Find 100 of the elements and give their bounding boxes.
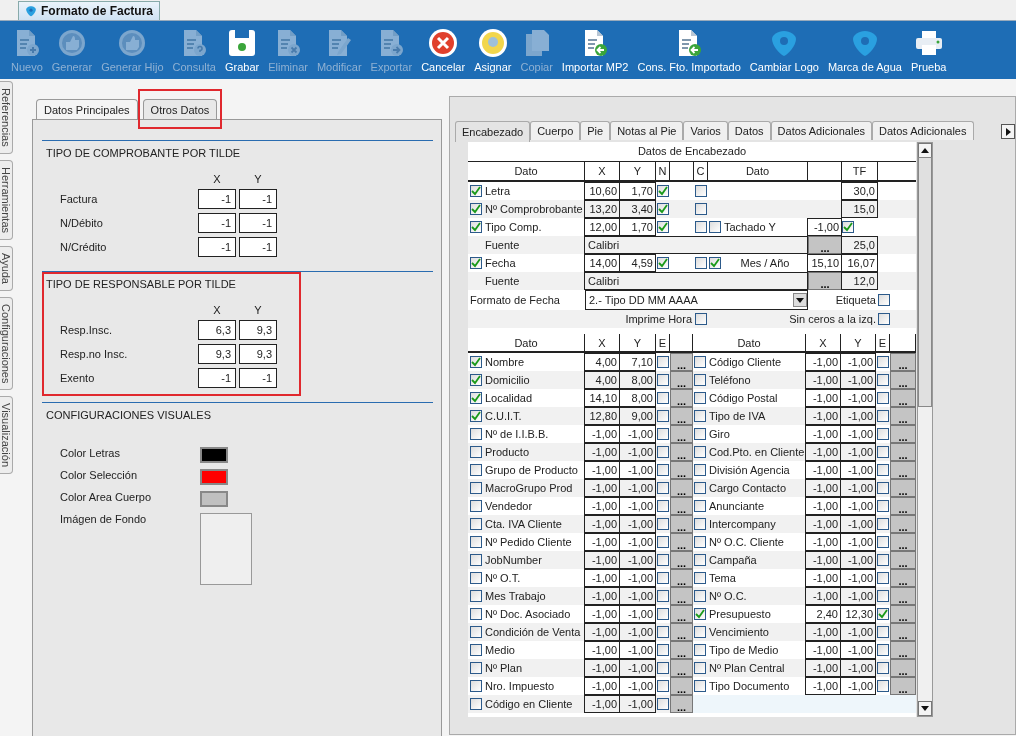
number-cell[interactable]: -1,00 <box>619 551 656 569</box>
checkbox[interactable] <box>694 410 706 422</box>
ellipsis-button[interactable]: ... <box>890 497 916 515</box>
number-cell[interactable]: -1,00 <box>805 659 841 677</box>
number-cell[interactable]: -1,00 <box>619 659 656 677</box>
ellipsis-button[interactable]: ... <box>670 497 693 515</box>
number-cell[interactable]: -1,00 <box>619 623 656 641</box>
number-cell[interactable]: -1,00 <box>619 461 656 479</box>
ellipsis-button[interactable]: ... <box>890 605 916 623</box>
ellipsis-button[interactable]: ... <box>670 569 693 587</box>
number-cell[interactable]: -1,00 <box>584 569 620 587</box>
checkbox[interactable] <box>469 428 482 440</box>
checkbox[interactable] <box>694 428 706 440</box>
checkbox[interactable] <box>694 680 706 692</box>
scrollbar-thumb[interactable] <box>918 157 932 407</box>
checkbox[interactable] <box>657 410 669 422</box>
number-cell[interactable]: -1,00 <box>584 461 620 479</box>
toolbar-button[interactable]: Cons. Fto. Importado <box>634 27 744 73</box>
checkbox[interactable] <box>694 482 706 494</box>
tab-scroll-button[interactable] <box>1001 124 1015 139</box>
number-cell[interactable]: -1,00 <box>807 218 842 236</box>
ellipsis-button[interactable]: ... <box>890 551 916 569</box>
checkbox[interactable] <box>469 185 482 197</box>
checkbox[interactable] <box>657 446 669 458</box>
checkbox[interactable] <box>694 392 706 404</box>
ellipsis-button[interactable]: ... <box>670 479 693 497</box>
checkbox[interactable] <box>878 294 890 306</box>
number-cell[interactable]: 1,70 <box>619 218 656 236</box>
checkbox[interactable] <box>694 446 706 458</box>
ellipsis-button[interactable]: ... <box>670 407 693 425</box>
window-tab[interactable]: Formato de Factura <box>18 1 161 20</box>
ellipsis-button[interactable]: ... <box>670 659 693 677</box>
checkbox[interactable] <box>657 644 669 656</box>
number-cell[interactable]: 4,59 <box>619 254 656 272</box>
number-cell[interactable]: -1,00 <box>619 641 656 659</box>
number-cell[interactable]: -1,00 <box>805 461 841 479</box>
checkbox[interactable] <box>877 356 889 368</box>
checkbox[interactable] <box>877 464 889 476</box>
toolbar-button[interactable]: Cambiar Logo <box>746 27 822 73</box>
checkbox[interactable] <box>657 572 669 584</box>
checkbox[interactable] <box>877 446 889 458</box>
number-cell[interactable]: 7,10 <box>619 353 656 371</box>
checkbox[interactable] <box>469 500 482 512</box>
checkbox[interactable] <box>657 518 669 530</box>
checkbox[interactable] <box>695 185 707 197</box>
color-swatch[interactable] <box>200 491 228 507</box>
ellipsis-button[interactable]: ... <box>670 371 693 389</box>
number-cell[interactable]: -1,00 <box>584 659 620 677</box>
checkbox[interactable] <box>877 590 889 602</box>
checkbox[interactable] <box>694 662 706 674</box>
toolbar-button[interactable]: Marca de Agua <box>824 27 905 73</box>
ellipsis-button[interactable]: ... <box>890 641 916 659</box>
ellipsis-button[interactable]: ... <box>890 371 916 389</box>
number-cell[interactable]: -1,00 <box>840 659 876 677</box>
number-cell[interactable]: -1,00 <box>805 371 841 389</box>
ellipsis-button[interactable]: ... <box>670 389 693 407</box>
checkbox[interactable] <box>877 374 889 386</box>
checkbox[interactable] <box>694 356 706 368</box>
tab[interactable]: Cuerpo <box>530 121 581 140</box>
number-cell[interactable]: -1,00 <box>805 407 841 425</box>
ellipsis-button[interactable]: ... <box>890 443 916 461</box>
number-cell[interactable]: -1,00 <box>584 623 620 641</box>
checkbox[interactable] <box>469 410 482 422</box>
input-field[interactable]: -1 <box>239 368 277 388</box>
checkbox[interactable] <box>657 608 669 620</box>
ellipsis-button[interactable]: ... <box>808 272 842 290</box>
number-cell[interactable]: -1,00 <box>840 677 876 695</box>
number-cell[interactable]: -1,00 <box>840 551 876 569</box>
checkbox[interactable] <box>657 662 669 674</box>
ellipsis-button[interactable]: ... <box>890 389 916 407</box>
ellipsis-button[interactable]: ... <box>890 353 916 371</box>
number-cell[interactable]: -1,00 <box>805 569 841 587</box>
number-cell[interactable]: 13,20 <box>584 200 620 218</box>
tab[interactable]: Datos <box>727 121 771 140</box>
number-cell[interactable]: -1,00 <box>805 479 841 497</box>
checkbox[interactable] <box>657 392 669 404</box>
checkbox[interactable] <box>695 221 707 233</box>
checkbox[interactable] <box>657 221 669 233</box>
number-cell[interactable]: -1,00 <box>619 497 656 515</box>
number-cell[interactable]: 4,00 <box>584 353 620 371</box>
scrollbar[interactable] <box>917 142 933 717</box>
checkbox[interactable] <box>657 500 669 512</box>
input-field[interactable]: 9,3 <box>239 344 277 364</box>
checkbox[interactable] <box>877 428 889 440</box>
number-cell[interactable]: -1,00 <box>840 587 876 605</box>
number-cell[interactable]: -1,00 <box>840 497 876 515</box>
ellipsis-button[interactable]: ... <box>890 479 916 497</box>
number-cell[interactable]: 9,00 <box>619 407 656 425</box>
number-cell[interactable]: -1,00 <box>619 587 656 605</box>
checkbox[interactable] <box>657 185 669 197</box>
input-field[interactable]: -1 <box>198 237 236 257</box>
checkbox[interactable] <box>469 536 482 548</box>
number-cell[interactable]: -1,00 <box>805 353 841 371</box>
checkbox[interactable] <box>877 518 889 530</box>
number-cell[interactable]: -1,00 <box>619 533 656 551</box>
input-field[interactable]: -1 <box>239 237 277 257</box>
input-field[interactable]: -1 <box>239 189 277 209</box>
number-cell[interactable]: -1,00 <box>840 569 876 587</box>
checkbox[interactable] <box>657 257 669 269</box>
side-tab[interactable]: Configuraciones <box>0 296 13 391</box>
